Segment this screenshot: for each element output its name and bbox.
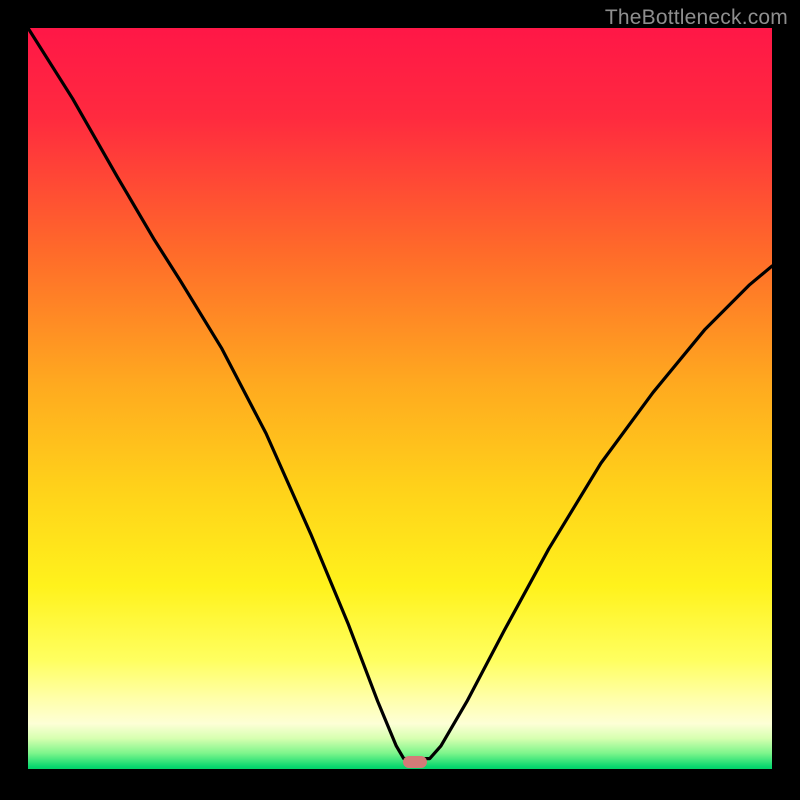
frame: TheBottleneck.com <box>0 0 800 800</box>
baseline <box>28 769 772 772</box>
watermark-text: TheBottleneck.com <box>605 6 788 30</box>
bottleneck-curve <box>28 28 772 772</box>
min-marker <box>403 756 427 768</box>
plot-area <box>28 28 772 772</box>
